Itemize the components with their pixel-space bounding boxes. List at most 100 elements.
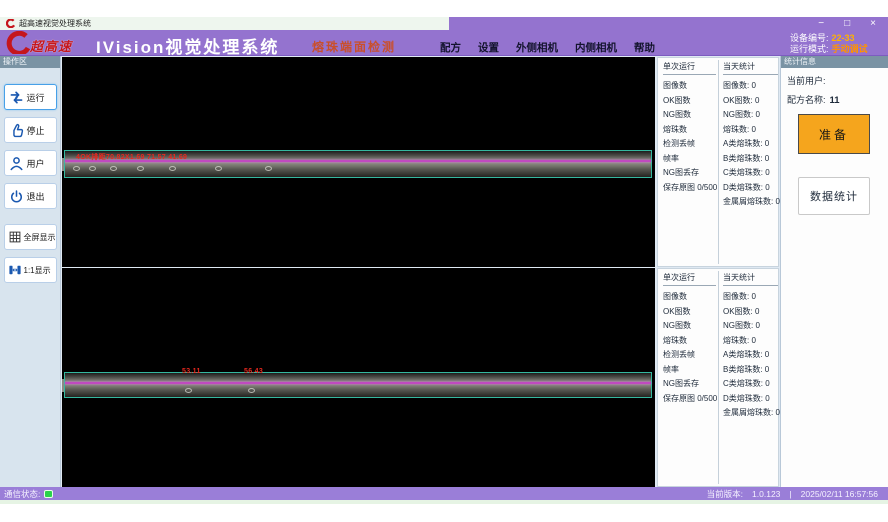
stat-label: NG图数 <box>663 319 716 334</box>
current-user-label: 当前用户: <box>787 76 826 86</box>
stat-value: OK图数: 0 <box>723 94 778 109</box>
menu-item-recipe[interactable]: 配方 <box>440 40 461 55</box>
stat-label: NG图丢存 <box>663 377 716 392</box>
info-panel-title: 统计信息 <box>781 56 888 68</box>
measurement-annotation: 53.11 <box>182 368 201 375</box>
minimize-button[interactable]: − <box>818 17 824 30</box>
app-logo-icon <box>6 19 15 28</box>
stat-value: 图像数: 0 <box>723 290 778 305</box>
measurement-annotation: 4OK排距70.82X1.69 71.57 41.69 <box>76 152 187 162</box>
weld-strip-image <box>64 372 652 398</box>
today-stats-title: 当天统计 <box>723 272 778 286</box>
stat-label: 熔珠数 <box>663 334 716 349</box>
sidebar-title: 操作区 <box>0 56 60 68</box>
stat-label: NG图丢存 <box>663 166 716 181</box>
stat-value: NG图数: 0 <box>723 108 778 123</box>
stat-value: A类熔珠数: 0 <box>723 348 778 363</box>
bottom-edge-strip <box>0 500 888 504</box>
stat-label: 检测丢帧 <box>663 137 716 152</box>
menu-item-inner-camera[interactable]: 内侧相机 <box>575 40 617 55</box>
detection-mark <box>215 166 222 171</box>
stat-label: 保存原图 0/500 <box>663 181 716 196</box>
stat-label: 帧率 <box>663 363 716 378</box>
stat-label: NG图数 <box>663 108 716 123</box>
stat-label: OK图数 <box>663 94 716 109</box>
fullscreen-button[interactable]: 全屏显示 <box>4 224 57 250</box>
detection-mark <box>265 166 272 171</box>
stop-hand-icon <box>8 122 25 139</box>
single-run-title: 单次运行 <box>663 61 716 75</box>
detection-mark <box>248 388 255 393</box>
stat-label: 图像数 <box>663 290 716 305</box>
device-info: 设备编号:22-33 运行模式:手动调试 <box>790 33 868 55</box>
today-stats-title: 当天统计 <box>723 61 778 75</box>
main-menu: 配方 设置 外侧相机 内侧相机 帮助 <box>440 40 655 55</box>
one-to-one-icon <box>8 263 22 277</box>
camera-view-outer[interactable]: 4OK排距70.82X1.69 71.57 41.69 <box>62 57 655 267</box>
status-datetime: 2025/02/11 16:57:56 <box>801 489 878 499</box>
one-to-one-button[interactable]: 1:1显示 <box>4 257 57 283</box>
single-run-title: 单次运行 <box>663 272 716 286</box>
user-button-label: 用户 <box>27 157 45 170</box>
stat-value: C类熔珠数: 0 <box>723 377 778 392</box>
one-to-one-button-label: 1:1显示 <box>24 265 51 276</box>
stat-value: D类熔珠数: 0 <box>723 181 778 196</box>
run-mode-value: 手动调试 <box>832 44 868 54</box>
window-title: 超高速视觉处理系统 <box>19 18 91 29</box>
window-titlebar: 超高速视觉处理系统 <box>0 17 449 30</box>
menu-item-outer-camera[interactable]: 外侧相机 <box>516 40 558 55</box>
close-button[interactable]: × <box>870 17 876 30</box>
version-label: 当前版本: <box>707 488 743 500</box>
status-bar: 通信状态: 当前版本: 1.0.123 | 2025/02/11 16:57:5… <box>0 487 888 500</box>
status-separator: | <box>789 489 791 499</box>
stop-button-label: 停止 <box>27 124 45 137</box>
device-id-label: 设备编号: <box>790 33 829 43</box>
menu-item-help[interactable]: 帮助 <box>634 40 655 55</box>
stat-value: 图像数: 0 <box>723 79 778 94</box>
user-icon <box>8 155 25 172</box>
stats-panel-outer: 单次运行 图像数 OK图数 NG图数 熔珠数 检测丢帧 帧率 NG图丢存 保存原… <box>657 57 779 267</box>
brand-swoosh-icon <box>4 31 30 54</box>
stat-label: 图像数 <box>663 79 716 94</box>
comm-status-indicator <box>44 490 53 498</box>
maximize-button[interactable]: □ <box>844 17 850 30</box>
stat-value: B类熔珠数: 0 <box>723 363 778 378</box>
detection-mark <box>73 166 80 171</box>
camera-view-inner[interactable]: 53.11 56.43 <box>62 268 655 487</box>
fullscreen-grid-icon <box>8 230 22 244</box>
stat-value: C类熔珠数: 0 <box>723 166 778 181</box>
run-button[interactable]: 运行 <box>4 84 57 110</box>
stat-value: A类熔珠数: 0 <box>723 137 778 152</box>
device-id-value: 22-33 <box>832 33 855 43</box>
operation-sidebar: 操作区 运行 停止 用户 <box>0 56 61 487</box>
exit-button[interactable]: 退出 <box>4 183 57 209</box>
stop-button[interactable]: 停止 <box>4 117 57 143</box>
stat-label: 检测丢帧 <box>663 348 716 363</box>
stat-value: NG图数: 0 <box>723 319 778 334</box>
detection-mark <box>137 166 144 171</box>
prepare-button[interactable]: 准备 <box>798 114 870 154</box>
detection-mark <box>110 166 117 171</box>
menu-item-settings[interactable]: 设置 <box>478 40 499 55</box>
statistics-info-panel: 统计信息 当前用户: 配方名称: 11 准备 数据统计 <box>780 56 888 487</box>
weld-seam-line <box>65 382 651 384</box>
app-window: 超高速视觉处理系统 − □ × 超高速 IVision视觉处理系统 熔珠端面检测… <box>0 0 888 522</box>
recipe-name-value: 11 <box>830 95 840 106</box>
window-controls: − □ × <box>818 17 876 30</box>
version-value: 1.0.123 <box>752 489 780 499</box>
detection-mark <box>169 166 176 171</box>
user-button[interactable]: 用户 <box>4 150 57 176</box>
stat-value: 金属屑熔珠数: 0 <box>723 195 778 210</box>
app-subtitle: 熔珠端面检测 <box>312 38 396 55</box>
run-button-label: 运行 <box>27 91 45 104</box>
detection-mark <box>89 166 96 171</box>
detection-mark <box>185 388 192 393</box>
app-title: IVision视觉处理系统 <box>96 33 279 58</box>
run-cycle-icon <box>8 89 25 106</box>
stat-value: D类熔珠数: 0 <box>723 392 778 407</box>
stat-label: 帧率 <box>663 152 716 167</box>
recipe-name-label: 配方名称: <box>787 95 826 105</box>
stat-label: OK图数 <box>663 305 716 320</box>
data-statistics-button[interactable]: 数据统计 <box>798 177 870 215</box>
stat-value: 金属屑熔珠数: 0 <box>723 406 778 421</box>
